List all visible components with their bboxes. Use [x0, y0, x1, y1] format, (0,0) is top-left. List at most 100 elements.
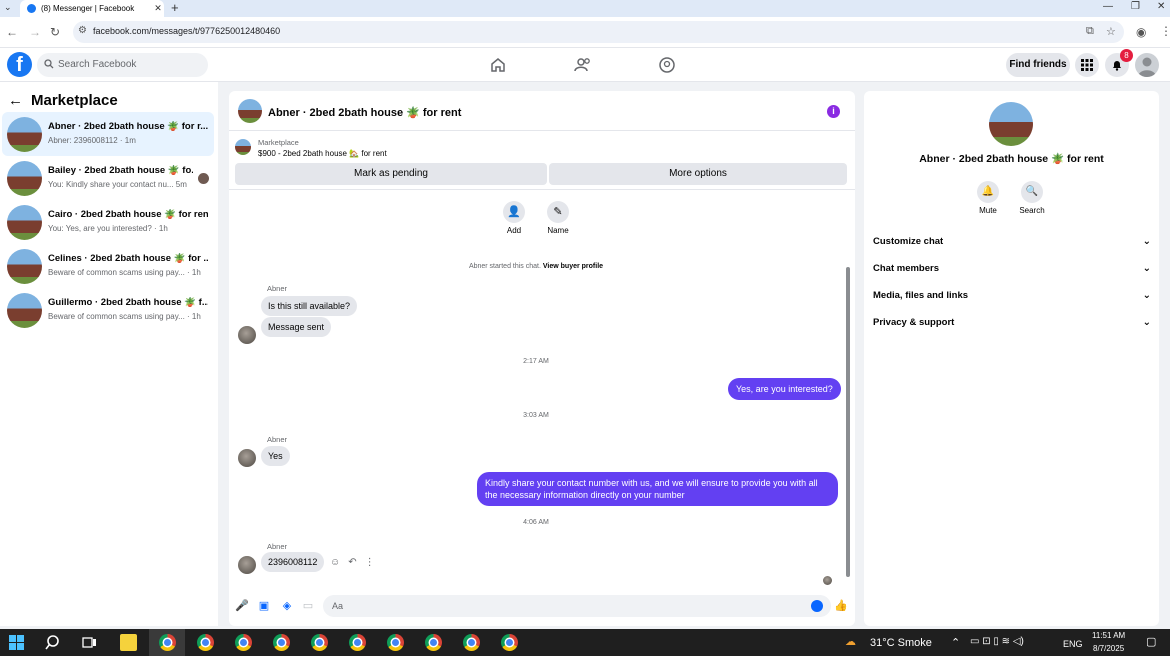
url-text[interactable]: facebook.com/messages/t/9776250012480460 [93, 26, 280, 36]
customize-chat-section[interactable]: Customize chat ⌄ [873, 236, 1151, 247]
chrome-icon[interactable] [387, 634, 404, 651]
outgoing-message[interactable]: Kindly share your contact number with us… [477, 472, 838, 506]
incoming-message[interactable]: Message sent [261, 317, 332, 337]
photo-attach-icon[interactable]: ▣ [258, 600, 270, 612]
more-options-button[interactable]: More options [549, 163, 847, 185]
sticker-icon[interactable]: ◈ [281, 600, 293, 612]
reply-icon[interactable]: ↶ [348, 557, 356, 568]
add-people-button[interactable]: 👤 Add [494, 201, 534, 235]
conversation-name: Abner · 2bed 2bath house 🪴 for r... [48, 121, 208, 132]
install-app-icon[interactable]: ⧉ [1086, 25, 1094, 38]
privacy-support-section[interactable]: Privacy & support ⌄ [873, 317, 1151, 328]
conversation-name: Celines · 2bed 2bath house 🪴 for ... [48, 253, 208, 264]
conversation-item-cairo[interactable]: Cairo · 2bed 2bath house 🪴 for rent You:… [2, 200, 214, 244]
site-info-icon[interactable]: ⚙ [78, 25, 87, 36]
message-input[interactable]: Aa [323, 595, 831, 617]
listing-thumbnail [7, 205, 42, 240]
clock-time[interactable]: 11:51 AM [1092, 631, 1125, 640]
section-label: Customize chat [873, 236, 944, 247]
conversation-item-bailey[interactable]: Bailey · 2bed 2bath house 🪴 fo... You: K… [2, 156, 214, 200]
chrome-icon[interactable] [349, 634, 366, 651]
incoming-message[interactable]: Is this still available? [261, 296, 358, 316]
hidden-icons-chevron-icon[interactable]: ⌃ [951, 636, 960, 649]
new-tab-icon[interactable]: + [171, 0, 179, 15]
mute-button[interactable]: 🔔 Mute [968, 181, 1008, 215]
search-input[interactable]: Search Facebook [37, 53, 208, 77]
section-label: Chat members [873, 263, 939, 274]
name-chat-button[interactable]: ✎ Name [538, 201, 578, 235]
close-window-icon[interactable]: ✕ [1157, 1, 1165, 12]
back-arrow-icon[interactable]: ← [8, 92, 23, 109]
conversation-item-abner[interactable]: Abner · 2bed 2bath house 🪴 for r... Abne… [2, 112, 214, 156]
friends-icon[interactable] [574, 56, 592, 74]
conversation-item-celines[interactable]: Celines · 2bed 2bath house 🪴 for ... Bew… [2, 244, 214, 288]
microphone-icon[interactable]: 🎤 [235, 600, 249, 612]
notification-center-icon[interactable]: ▢ [1146, 635, 1156, 648]
chrome-icon[interactable] [501, 634, 518, 651]
reload-icon[interactable]: ↻ [50, 25, 60, 39]
mark-as-pending-button[interactable]: Mark as pending [235, 163, 547, 185]
conversation-preview: Beware of common scams using pay... · 1h [48, 312, 201, 321]
find-friends-button[interactable]: Find friends [1006, 53, 1070, 77]
chrome-icon[interactable] [159, 634, 176, 651]
browser-menu-icon[interactable]: ⋮ [1160, 24, 1170, 38]
media-files-links-section[interactable]: Media, files and links ⌄ [873, 290, 1151, 301]
forward-icon[interactable]: → [29, 25, 41, 39]
profile-icon[interactable]: ◉ [1136, 25, 1146, 39]
conversation-preview: Abner: 2396008112 · 1m [48, 136, 136, 145]
search-conversation-button[interactable]: 🔍 Search [1012, 181, 1052, 215]
browser-tab[interactable]: (8) Messenger | Facebook ✕ [20, 0, 164, 17]
like-thumbs-up-icon[interactable]: 👍 [834, 600, 848, 612]
chrome-icon[interactable] [235, 634, 252, 651]
chrome-icon[interactable] [197, 634, 214, 651]
task-view-icon[interactable] [81, 634, 98, 651]
sender-avatar[interactable] [238, 326, 256, 344]
incoming-message[interactable]: 2396008112 [261, 552, 325, 572]
system-tray-icons[interactable]: ▭ ⊡ ▯ ≋ ◁) [970, 636, 1024, 647]
chat-members-section[interactable]: Chat members ⌄ [873, 263, 1151, 274]
pinned-app-icon[interactable] [120, 634, 137, 651]
bookmark-star-icon[interactable]: ☆ [1106, 25, 1116, 38]
sender-avatar[interactable] [238, 449, 256, 467]
tab-search-icon[interactable]: ⌄ [4, 2, 12, 13]
gif-icon[interactable]: ▭ [302, 600, 314, 612]
chat-scrollbar[interactable] [845, 195, 850, 583]
chrome-icon[interactable] [425, 634, 442, 651]
back-icon[interactable]: ← [6, 25, 18, 39]
details-title: Abner · 2bed 2bath house 🪴 for rent [919, 153, 1104, 165]
divider [229, 189, 855, 190]
windows-start-icon[interactable] [8, 634, 25, 651]
more-actions-icon[interactable]: ⋮ [365, 557, 375, 568]
menu-grid-icon[interactable] [1075, 53, 1099, 77]
address-bar[interactable]: ⚙ facebook.com/messages/t/97762500124804… [73, 21, 1124, 43]
listing-thumbnail[interactable] [238, 99, 262, 123]
message-placeholder: Aa [332, 601, 344, 611]
chrome-icon[interactable] [463, 634, 480, 651]
chrome-icon[interactable] [311, 634, 328, 651]
chrome-icon[interactable] [273, 634, 290, 651]
weather-text[interactable]: 31°C Smoke [870, 637, 932, 649]
taskbar-search-icon[interactable] [44, 634, 61, 651]
groups-icon[interactable] [658, 56, 676, 74]
emoji-icon[interactable] [811, 600, 823, 612]
sender-avatar[interactable] [238, 556, 256, 574]
restore-icon[interactable]: ❐ [1131, 1, 1140, 12]
info-icon[interactable]: i [827, 105, 840, 118]
close-tab-icon[interactable]: ✕ [152, 3, 164, 14]
home-icon[interactable] [489, 56, 507, 74]
marketplace-label: Marketplace [258, 138, 299, 147]
listing-photo[interactable] [989, 102, 1033, 146]
conversation-item-guillermo[interactable]: Guillermo · 2bed 2bath house 🪴 f... Bewa… [2, 288, 214, 332]
clock-date[interactable]: 8/7/2025 [1093, 644, 1124, 653]
account-avatar[interactable] [1135, 53, 1159, 77]
weather-icon[interactable]: ☁ [845, 635, 856, 648]
facebook-logo-icon[interactable]: f [7, 52, 32, 77]
outgoing-message[interactable]: Yes, are you interested? [728, 378, 841, 400]
chat-title[interactable]: Abner · 2bed 2bath house 🪴 for rent [268, 106, 461, 119]
react-emoji-icon[interactable]: ☺ [330, 557, 340, 568]
view-buyer-profile-link[interactable]: View buyer profile [543, 263, 603, 270]
scrollbar-thumb[interactable] [846, 267, 850, 577]
language-indicator[interactable]: ENG [1063, 639, 1083, 649]
incoming-message[interactable]: Yes [261, 446, 290, 466]
minimize-icon[interactable]: — [1103, 1, 1113, 12]
